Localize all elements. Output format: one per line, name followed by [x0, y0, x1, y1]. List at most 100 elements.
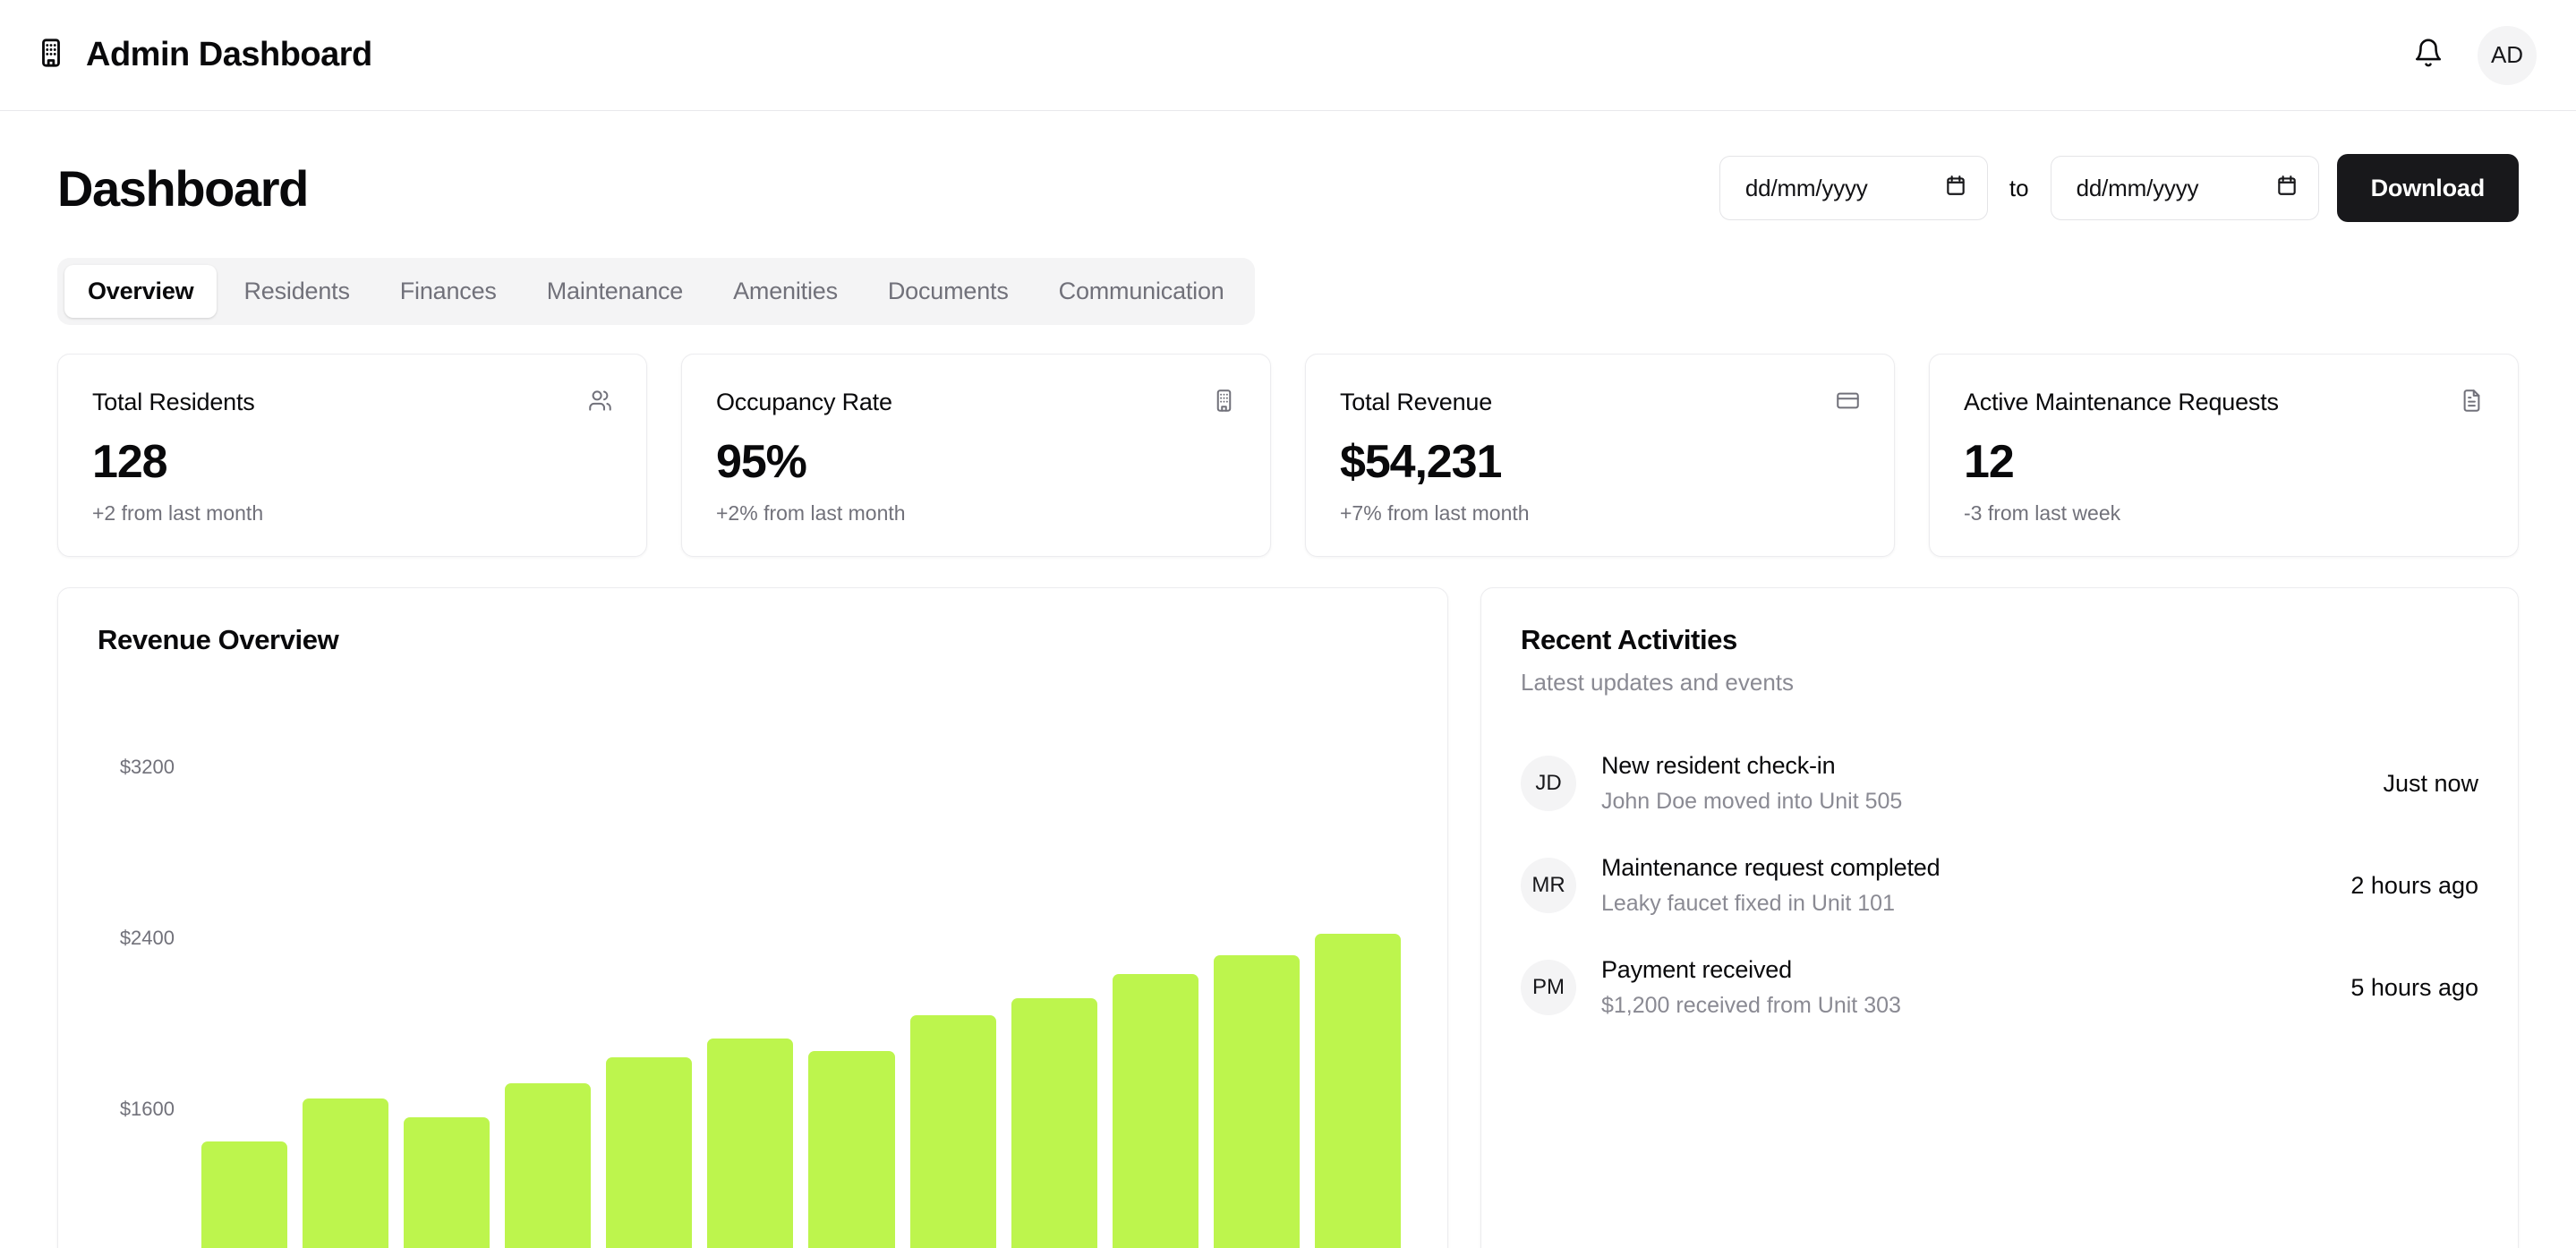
tab-overview[interactable]: Overview	[64, 265, 218, 318]
tab-communication[interactable]: Communication	[1036, 265, 1248, 318]
avatar-initials: MR	[1531, 873, 1565, 897]
file-text-icon	[2460, 389, 2484, 417]
stat-card-header: Active Maintenance Requests	[1964, 389, 2484, 417]
chart-bar[interactable]	[1314, 933, 1401, 1248]
panel-grid: Revenue Overview $3200$2400$1600$800 Rec…	[57, 587, 2519, 1248]
stat-delta: +2% from last month	[716, 501, 906, 525]
activity-title: Maintenance request completed	[1601, 854, 1941, 881]
avatar-initials: AD	[2490, 41, 2524, 68]
tab-documents[interactable]: Documents	[865, 265, 1032, 318]
stat-card-active-maintenance-requests: Active Maintenance Requests 12 -3 from l…	[1929, 354, 2519, 557]
stat-label: Total Residents	[92, 389, 255, 415]
list-item[interactable]: PM Payment received $1,200 received from…	[1521, 936, 2478, 1039]
building-icon	[36, 38, 66, 73]
stat-card-occupancy-rate: Occupancy Rate 95% +2% from last month	[681, 354, 1271, 557]
chart-bar[interactable]	[707, 1038, 794, 1248]
date-from-input[interactable]: dd/mm/yyyy	[1719, 156, 1988, 220]
date-to-value: dd/mm/yyyy	[2076, 174, 2199, 201]
calendar-icon[interactable]	[2275, 174, 2299, 203]
activity-timestamp: 5 hours ago	[2350, 973, 2478, 1001]
stat-value: 128	[92, 436, 168, 488]
page-title: Dashboard	[57, 159, 309, 217]
page-header-row: Dashboard dd/mm/yyyy to dd/mm/yyyy Downl…	[57, 111, 2519, 222]
stat-label: Total Revenue	[1340, 389, 1493, 415]
activity-description: Leaky faucet fixed in Unit 101	[1601, 891, 1895, 916]
tab-finances[interactable]: Finances	[377, 265, 520, 318]
chart-bar[interactable]	[909, 1014, 996, 1248]
activity-description: John Doe moved into Unit 505	[1601, 789, 1903, 814]
stat-delta: +2 from last month	[92, 501, 264, 525]
avatar: MR	[1521, 858, 1576, 913]
chart-bars	[201, 681, 1401, 1248]
tab-amenities[interactable]: Amenities	[710, 265, 861, 318]
avatar-initials: PM	[1532, 975, 1565, 999]
tab-maintenance[interactable]: Maintenance	[524, 265, 706, 318]
header-controls: dd/mm/yyyy to dd/mm/yyyy Download	[1719, 154, 2519, 222]
chart-bar[interactable]	[1213, 954, 1300, 1248]
tab-bar: Overview Residents Finances Maintenance …	[57, 258, 1255, 325]
avatar: JD	[1521, 756, 1576, 811]
download-button[interactable]: Download	[2336, 154, 2519, 222]
recent-activities-card: Recent Activities Latest updates and eve…	[1480, 587, 2519, 1248]
activity-title: New resident check-in	[1601, 752, 1836, 779]
revenue-overview-card: Revenue Overview $3200$2400$1600$800	[57, 587, 1448, 1248]
chart-bar[interactable]	[404, 1117, 490, 1248]
chart-bar[interactable]	[1011, 997, 1097, 1248]
stat-card-header: Occupancy Rate	[716, 389, 1236, 417]
date-to-input[interactable]: dd/mm/yyyy	[2050, 156, 2319, 220]
avatar-initials: JD	[1535, 771, 1562, 795]
avatar: PM	[1521, 960, 1576, 1015]
activity-text: Maintenance request completed Leaky fauc…	[1601, 854, 1941, 917]
stat-value: $54,231	[1340, 436, 1502, 488]
tab-residents[interactable]: Residents	[220, 265, 372, 318]
stat-value: 95%	[716, 436, 807, 488]
activity-timestamp: 2 hours ago	[2350, 871, 2478, 899]
calendar-icon[interactable]	[1944, 174, 1967, 203]
stat-value: 12	[1964, 436, 2015, 488]
chart-y-tick: $3200	[119, 755, 175, 778]
panel-title: Recent Activities	[1521, 624, 1737, 655]
stat-delta: +7% from last month	[1340, 501, 1530, 525]
chart-bar[interactable]	[303, 1098, 389, 1248]
chart-bar[interactable]	[1112, 974, 1198, 1248]
header-actions: AD	[2413, 25, 2537, 85]
activity-timestamp: Just now	[2383, 769, 2478, 797]
chart-bar[interactable]	[201, 1141, 288, 1248]
brand: Admin Dashboard	[36, 36, 372, 74]
date-from-value: dd/mm/yyyy	[1744, 174, 1868, 201]
chart-bar[interactable]	[606, 1057, 693, 1248]
activity-text: Payment received $1,200 received from Un…	[1601, 956, 1901, 1019]
page-body: Dashboard dd/mm/yyyy to dd/mm/yyyy Downl…	[0, 111, 2576, 1248]
chart-y-tick: $2400	[119, 926, 175, 949]
stat-card-header: Total Revenue	[1340, 389, 1860, 417]
panel-subtitle: Latest updates and events	[1521, 669, 1795, 696]
credit-card-icon	[1836, 389, 1860, 417]
panel-title: Revenue Overview	[98, 624, 339, 655]
building-icon	[1212, 389, 1236, 417]
stat-card-total-residents: Total Residents 128 +2 from last month	[57, 354, 647, 557]
stat-card-header: Total Residents	[92, 389, 612, 417]
activity-text: New resident check-in John Doe moved int…	[1601, 752, 1902, 815]
list-item[interactable]: JD New resident check-in John Doe moved …	[1521, 732, 2478, 834]
chart-y-tick: $1600	[119, 1097, 175, 1120]
stat-delta: -3 from last week	[1964, 501, 2121, 525]
range-separator: to	[2009, 174, 2029, 201]
activity-list: JD New resident check-in John Doe moved …	[1521, 732, 2478, 1039]
revenue-panel-header: Revenue Overview	[58, 588, 1447, 656]
chart-bar[interactable]	[808, 1051, 895, 1248]
app-header: Admin Dashboard AD	[0, 0, 2576, 111]
users-icon	[588, 389, 612, 417]
stat-label: Occupancy Rate	[716, 389, 892, 415]
activity-title: Payment received	[1601, 956, 1792, 983]
chart-bar[interactable]	[505, 1083, 592, 1248]
activity-description: $1,200 received from Unit 303	[1601, 993, 1901, 1018]
revenue-bar-chart: $3200$2400$1600$800	[58, 681, 1447, 1248]
stat-label: Active Maintenance Requests	[1964, 389, 2279, 415]
stat-card-grid: Total Residents 128 +2 from last month O…	[57, 354, 2519, 557]
stat-card-total-revenue: Total Revenue $54,231 +7% from last mont…	[1305, 354, 1895, 557]
app-title: Admin Dashboard	[86, 36, 372, 73]
bell-icon[interactable]	[2413, 38, 2444, 73]
list-item[interactable]: MR Maintenance request completed Leaky f…	[1521, 834, 2478, 936]
activities-panel-header: Recent Activities Latest updates and eve…	[1481, 588, 2518, 1039]
avatar[interactable]: AD	[2478, 25, 2537, 85]
